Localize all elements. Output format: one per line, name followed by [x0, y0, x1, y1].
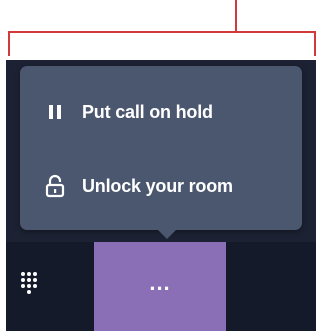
menu-item-hold-call[interactable]: Put call on hold [20, 84, 302, 140]
dialpad-button[interactable] [6, 242, 94, 331]
unlock-icon [42, 173, 68, 199]
menu-item-label: Unlock your room [82, 175, 233, 196]
call-app-area: Put call on hold Unlock your room ... [6, 60, 316, 331]
screenshot-stage: Put call on hold Unlock your room ... [0, 0, 316, 331]
annotation-bracket-left [8, 31, 10, 56]
menu-item-label: Put call on hold [82, 101, 213, 122]
menu-caret [158, 230, 176, 239]
pause-icon [42, 99, 68, 125]
annotation-bracket-stem [235, 0, 237, 33]
menu-item-unlock-room[interactable]: Unlock your room [20, 158, 302, 214]
annotation-bracket-right [314, 31, 316, 56]
more-options-button[interactable]: ... [94, 242, 226, 331]
dialpad-icon [20, 271, 38, 302]
more-options-label: ... [149, 269, 171, 295]
annotation-bracket-line [8, 31, 316, 33]
call-toolbar: ... [6, 242, 316, 331]
more-options-menu: Put call on hold Unlock your room [20, 66, 302, 239]
